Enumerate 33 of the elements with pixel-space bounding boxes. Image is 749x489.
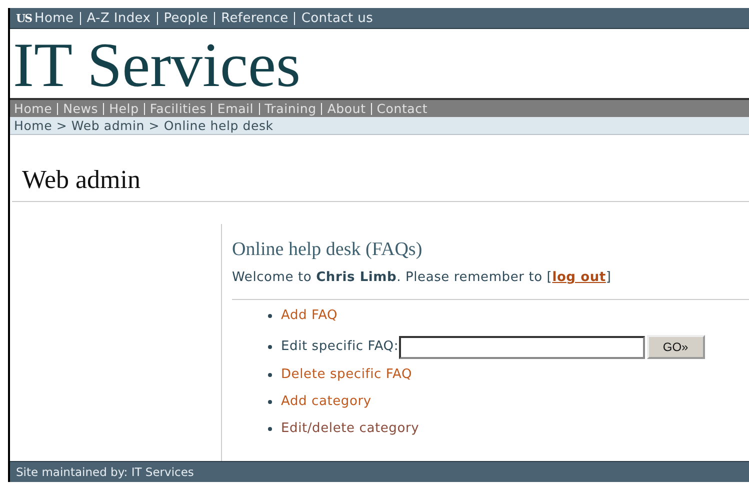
breadcrumb: Home > Web admin > Online help desk bbox=[14, 118, 274, 133]
bullet-icon bbox=[268, 427, 272, 431]
site-title: IT Services bbox=[12, 29, 302, 95]
bullet-icon bbox=[268, 373, 272, 377]
menu-link[interactable]: Add category bbox=[281, 394, 372, 410]
menu-link[interactable]: Add FAQ bbox=[281, 308, 338, 324]
menu-link[interactable]: Edit/delete category bbox=[281, 421, 420, 437]
nav-link[interactable]: News bbox=[63, 101, 98, 116]
go-button[interactable]: GO» bbox=[646, 335, 705, 359]
top-link[interactable]: Reference bbox=[221, 10, 288, 26]
input-field[interactable] bbox=[398, 336, 645, 358]
top-link[interactable]: A-Z Index bbox=[86, 10, 151, 26]
bullet-icon bbox=[268, 314, 272, 318]
panel-heading: Online help desk (FAQs) bbox=[232, 238, 424, 262]
welcome-text: Welcome to Chris Limb. Please remember to [log out] bbox=[232, 270, 612, 285]
bullet-icon bbox=[268, 400, 272, 404]
footer-text: Site maintained by: IT Services bbox=[16, 465, 194, 479]
field-label: Edit specific FAQ: bbox=[281, 339, 399, 355]
nav-link[interactable]: Training bbox=[264, 101, 316, 116]
top-link[interactable]: People bbox=[164, 10, 208, 26]
nav-link[interactable]: Contact bbox=[376, 101, 428, 116]
top-link[interactable]: Contact us bbox=[301, 10, 374, 26]
page-title: Web admin bbox=[12, 135, 749, 202]
nav-link[interactable]: Home bbox=[14, 101, 52, 116]
nav-link[interactable]: About bbox=[327, 101, 366, 116]
nav-link[interactable]: Help bbox=[109, 101, 139, 116]
top-link[interactable]: Home bbox=[34, 10, 74, 26]
nav-link[interactable]: Facilities bbox=[150, 101, 206, 116]
logout-link[interactable]: log out bbox=[552, 270, 606, 285]
menu-link[interactable]: Delete specific FAQ bbox=[281, 367, 412, 383]
bullet-icon bbox=[268, 345, 272, 349]
nav-link[interactable]: Email bbox=[217, 101, 254, 116]
logo[interactable]: US bbox=[16, 12, 32, 24]
